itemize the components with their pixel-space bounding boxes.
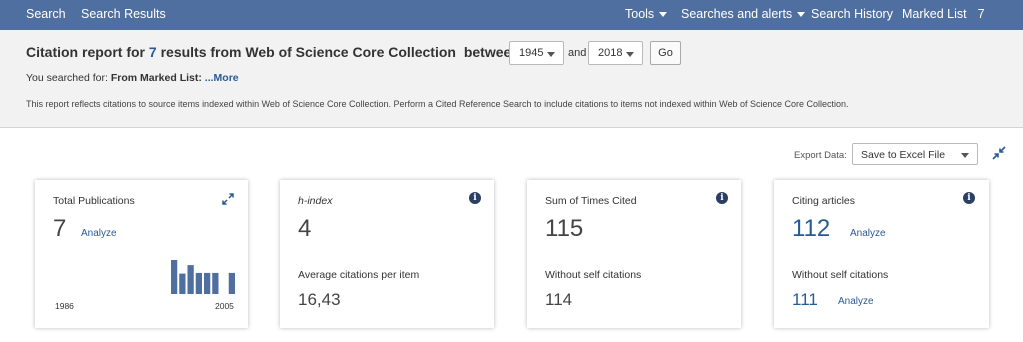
- and-label: and: [568, 47, 587, 59]
- histogram-bar: [228, 272, 235, 294]
- citing-articles-value[interactable]: 112: [792, 215, 830, 243]
- info-icon[interactable]: i: [963, 192, 975, 204]
- publications-histogram: [171, 260, 235, 294]
- searched-value: From Marked List:: [110, 72, 202, 84]
- times-cited-value: 115: [545, 215, 584, 242]
- citing-without-self-analyze-link[interactable]: Analyze: [838, 296, 874, 307]
- chevron-down-icon: [797, 12, 806, 18]
- h-index-title: h-index: [298, 195, 333, 207]
- nav-tools-menu[interactable]: Tools: [625, 7, 668, 21]
- nav-searches-alerts-label: Searches and alerts: [681, 7, 793, 21]
- histogram-bar: [204, 272, 211, 294]
- chevron-down-icon: [659, 12, 668, 18]
- nav-search-results-link[interactable]: Search Results: [81, 7, 166, 21]
- year-to-value: 2018: [598, 47, 623, 59]
- title-mid: results from Web of Science Core Collect…: [160, 44, 456, 60]
- publications-analyze-link[interactable]: Analyze: [81, 228, 117, 239]
- searched-label: You searched for:: [26, 72, 108, 84]
- result-count: 7: [148, 44, 157, 60]
- histogram-bar: [195, 272, 202, 294]
- chevron-down-icon: [961, 153, 969, 158]
- citing-articles-title: Citing articles: [792, 195, 856, 207]
- year-to-select[interactable]: 2018: [588, 41, 643, 65]
- marked-list-count: 7: [977, 7, 985, 21]
- title-prefix: Citation report for: [26, 44, 145, 60]
- nav-search-link[interactable]: Search: [26, 7, 66, 21]
- nav-search-history-link[interactable]: Search History: [811, 7, 893, 21]
- h-index-value: 4: [298, 215, 312, 242]
- export-select[interactable]: Save to Excel File: [852, 143, 978, 165]
- report-note: This report reflects citations to source…: [26, 99, 849, 109]
- export-selected-value: Save to Excel File: [861, 149, 946, 161]
- times-cited-without-self-label: Without self citations: [545, 269, 642, 281]
- year-from-value: 1945: [519, 47, 544, 59]
- nav-searches-alerts-menu[interactable]: Searches and alerts: [681, 7, 806, 21]
- histogram-bar: [212, 272, 219, 294]
- year-from-select[interactable]: 1945: [509, 41, 564, 65]
- average-citations-value: 16,43: [298, 290, 341, 309]
- chevron-down-icon: [547, 52, 555, 57]
- nav-marked-list-label: Marked List: [902, 7, 967, 21]
- histogram-end-year: 2005: [215, 301, 234, 311]
- times-cited-title: Sum of Times Cited: [545, 195, 637, 207]
- report-header: Citation report for 7 results from Web o…: [0, 30, 1023, 128]
- total-publications-title: Total Publications: [53, 195, 135, 207]
- total-publications-value: 7: [53, 215, 67, 242]
- times-cited-card: Sum of Times Cited i 115 Without self ci…: [527, 180, 741, 328]
- citing-without-self-value[interactable]: 111: [792, 290, 818, 310]
- export-label: Export Data:: [794, 150, 847, 161]
- h-index-card: h-index i 4 Average citations per item 1…: [280, 180, 494, 328]
- top-nav: Search Search Results Tools Searches and…: [0, 0, 1023, 30]
- histogram-bar: [171, 260, 178, 294]
- info-icon[interactable]: i: [716, 192, 728, 204]
- nav-marked-list-link[interactable]: Marked List 7: [902, 7, 985, 21]
- histogram-bar: [179, 273, 186, 294]
- collapse-icon[interactable]: [990, 144, 1008, 162]
- nav-tools-label: Tools: [625, 7, 655, 21]
- page-title: Citation report for 7 results from Web o…: [26, 44, 520, 60]
- times-cited-without-self-value: 114: [545, 290, 573, 309]
- histogram-start-year: 1986: [55, 301, 74, 311]
- chevron-down-icon: [626, 52, 634, 57]
- go-button[interactable]: Go: [650, 41, 681, 65]
- citing-articles-card: Citing articles i 112 Analyze Without se…: [774, 180, 989, 328]
- search-query: You searched for: From Marked List: ...M…: [26, 72, 239, 84]
- expand-icon[interactable]: [222, 193, 234, 205]
- info-icon[interactable]: i: [469, 192, 481, 204]
- more-link[interactable]: ...More: [205, 72, 239, 84]
- histogram-bar: [187, 265, 194, 294]
- citing-without-self-label: Without self citations: [792, 269, 889, 281]
- total-publications-card: Total Publications 7 Analyze 1986 2005: [35, 180, 248, 328]
- citing-analyze-link[interactable]: Analyze: [850, 228, 886, 239]
- average-citations-label: Average citations per item: [298, 269, 420, 281]
